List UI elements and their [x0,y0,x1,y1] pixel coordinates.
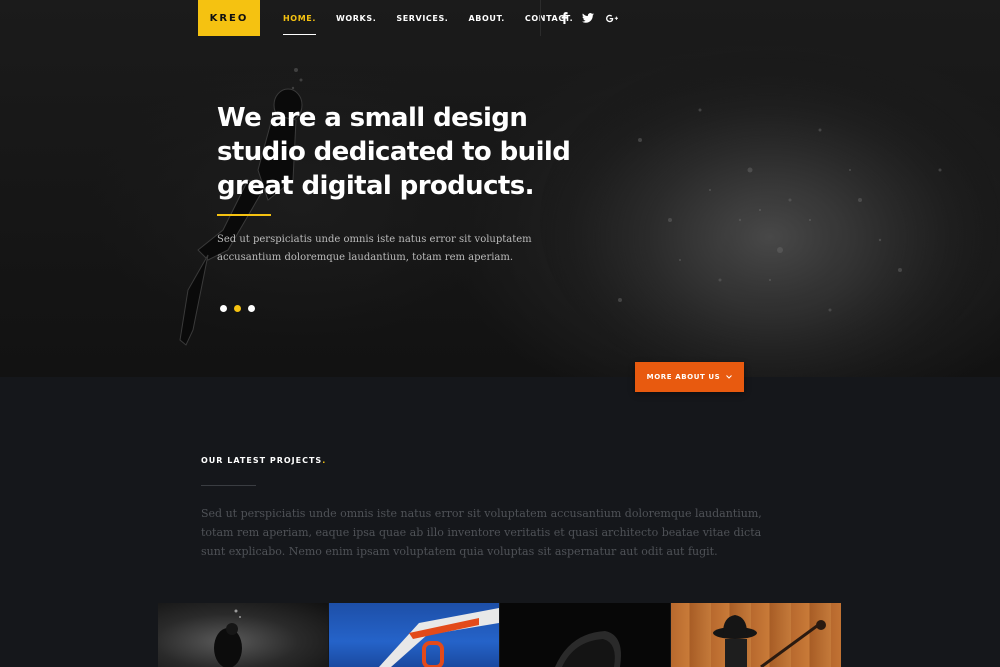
twitter-icon[interactable] [582,12,594,24]
more-about-us-button[interactable]: MORE ABOUT US [635,362,744,392]
main-nav: HOME. WORKS. SERVICES. ABOUT. CONTACT. [283,0,593,36]
logo-text: KREO [209,12,249,24]
nav-item-about[interactable]: ABOUT. [468,14,504,23]
project-thumbnail-banjo[interactable] [671,603,841,667]
hero-description: Sed ut perspiciatis unde omnis iste natu… [217,234,532,263]
diver-thumbnail-image [214,609,242,667]
project-thumbnails [158,603,842,667]
object-thumbnail-image [555,631,621,667]
nav-item-works[interactable]: WORKS. [336,14,376,23]
nav-item-services[interactable]: SERVICES. [396,14,448,23]
nav-divider [540,0,541,36]
social-links [558,0,618,36]
facebook-icon[interactable] [558,12,570,24]
projects-title-accent: . [322,456,327,465]
project-thumbnail-sign[interactable] [329,603,499,667]
logo[interactable]: KREO [198,0,260,36]
banjo-thumbnail-image [713,615,826,667]
project-thumbnail-diver[interactable] [158,603,328,667]
projects-title-text: OUR LATEST PROJECTS [201,456,323,465]
projects-section-title: OUR LATEST PROJECTS. [201,456,326,465]
slider-dots [220,305,255,312]
slider-dot-3[interactable] [248,305,255,312]
nav-item-home[interactable]: HOME. [283,14,316,35]
hero-title-underline [217,214,271,216]
slider-dot-2[interactable] [234,305,241,312]
sign-thumbnail-image [379,608,499,667]
hero-title: We are a small design studio dedicated t… [217,103,571,201]
project-thumbnail-object[interactable] [500,603,670,667]
chevron-down-icon [726,374,733,381]
section-divider [201,485,256,486]
slider-dot-1[interactable] [220,305,227,312]
google-plus-icon[interactable] [606,12,618,24]
more-about-us-label: MORE ABOUT US [646,373,721,381]
projects-description: Sed ut perspiciatis unde omnis iste natu… [201,507,762,558]
